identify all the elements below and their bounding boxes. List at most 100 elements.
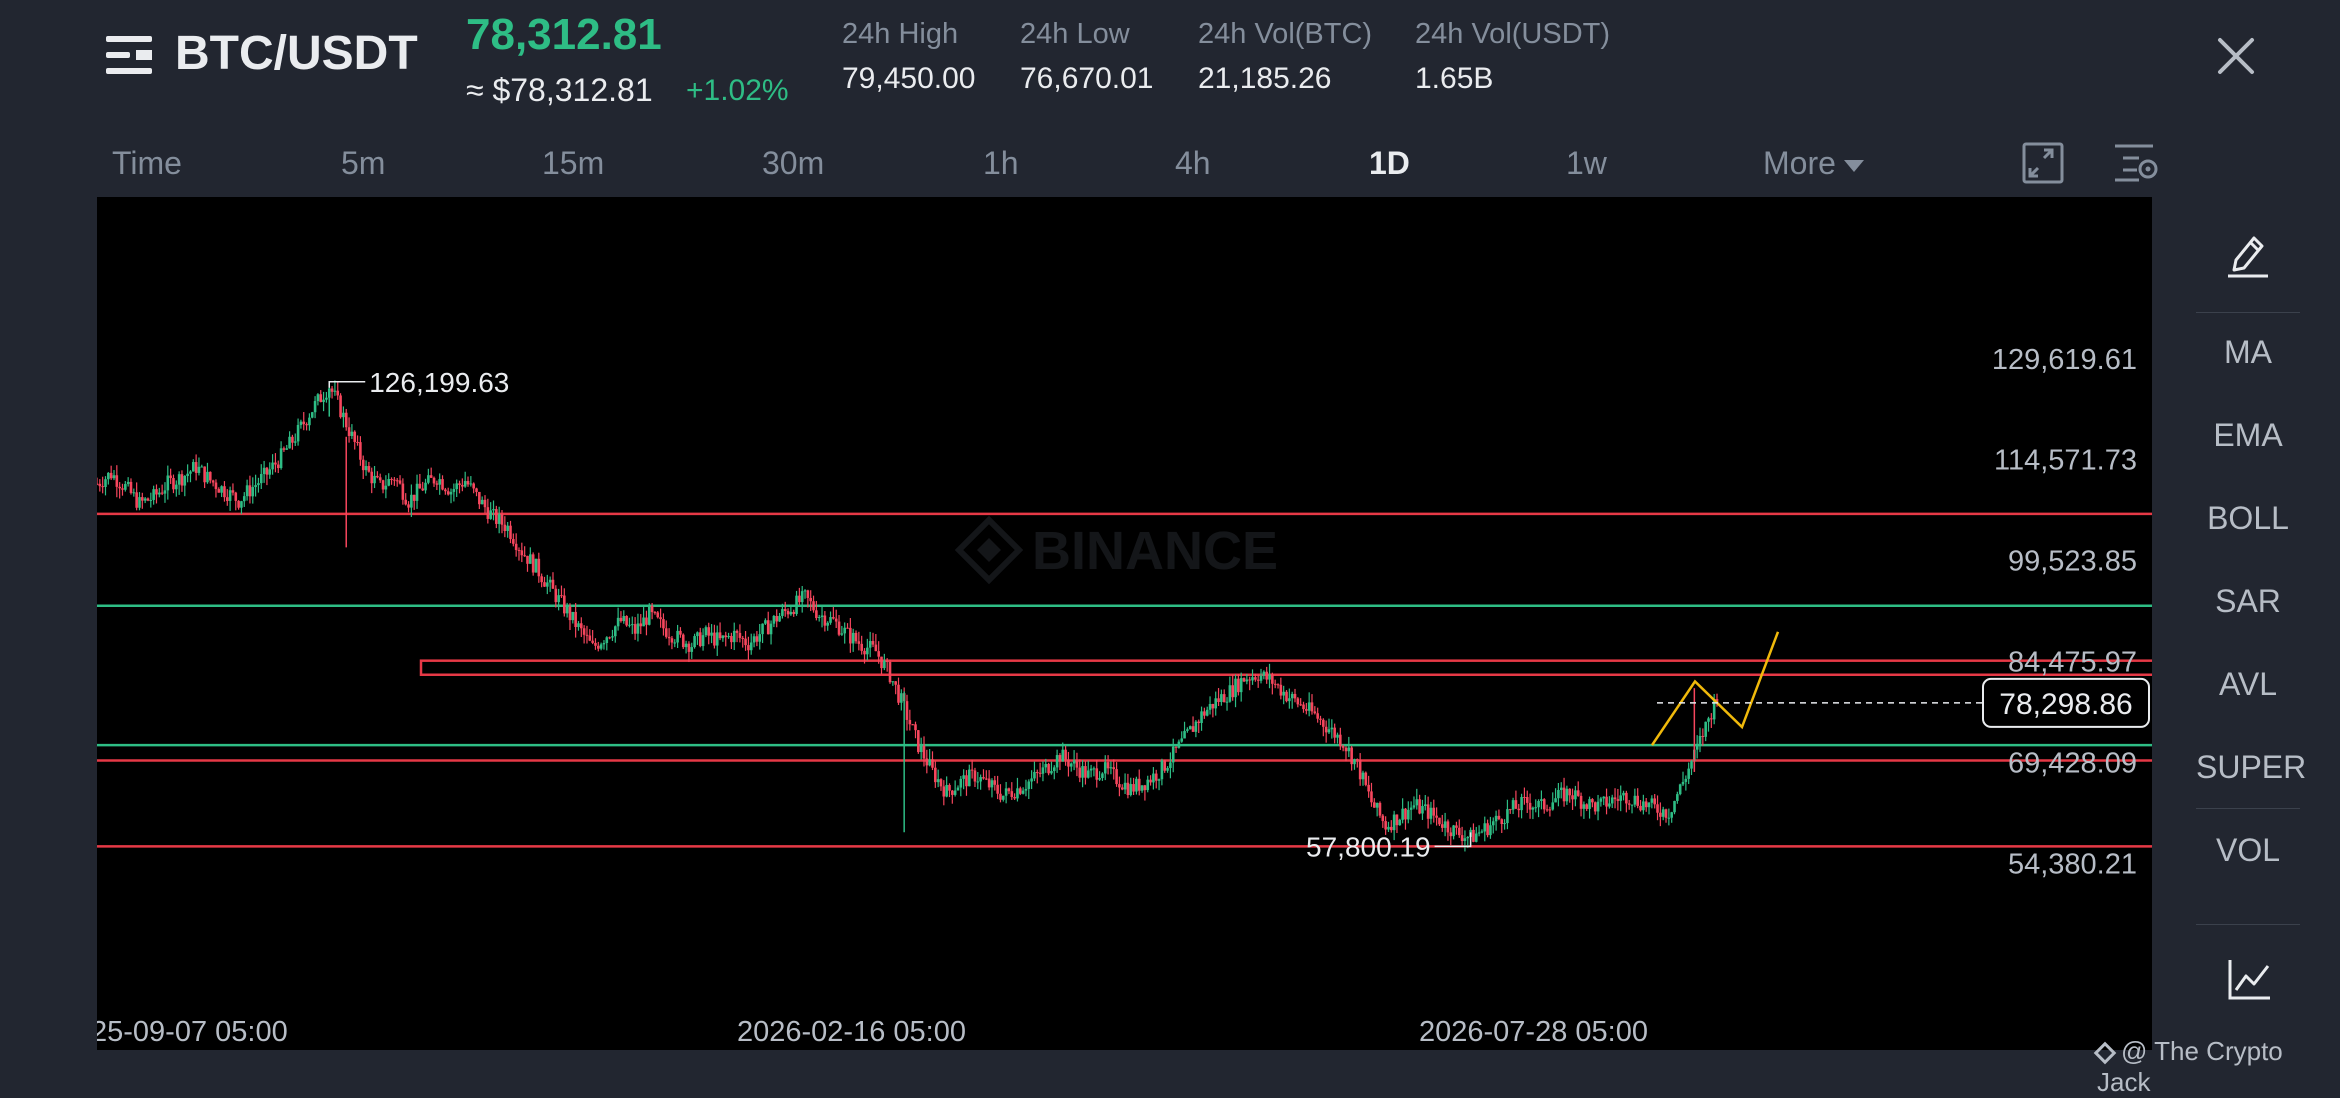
candle xyxy=(786,608,790,619)
candle xyxy=(1146,775,1150,793)
candle xyxy=(262,460,266,483)
candle xyxy=(1446,819,1450,841)
candle xyxy=(1503,819,1506,830)
candle xyxy=(381,479,385,494)
pair-title[interactable]: BTC/USDT xyxy=(175,26,418,81)
candle xyxy=(1021,787,1025,795)
candle xyxy=(1605,788,1608,815)
high-marker-label: 126,199.63 xyxy=(369,367,509,398)
candle xyxy=(1169,752,1172,779)
candle xyxy=(492,500,495,521)
candle xyxy=(1120,784,1124,791)
candle xyxy=(495,505,498,529)
candle xyxy=(1018,786,1022,796)
candle xyxy=(1596,794,1600,821)
credit-watermark: @ The Crypto Jack xyxy=(2093,1036,2340,1098)
candle xyxy=(1319,715,1322,726)
candle xyxy=(1262,670,1266,680)
candle xyxy=(463,471,467,488)
candle xyxy=(1293,688,1297,703)
close-icon[interactable] xyxy=(2210,30,2262,82)
indicator-sar[interactable]: SAR xyxy=(2196,583,2300,620)
line-chart-icon[interactable] xyxy=(2228,958,2272,1002)
candle xyxy=(747,636,750,661)
tab-30m[interactable]: 30m xyxy=(762,145,824,182)
candle xyxy=(585,625,589,644)
candle xyxy=(1568,788,1572,803)
candle xyxy=(361,455,365,479)
candle xyxy=(775,609,779,628)
candle xyxy=(1095,759,1099,788)
stat-label-24h-vol-btc: 24h Vol(BTC) xyxy=(1198,18,1373,50)
candle xyxy=(840,625,844,636)
candle xyxy=(755,631,759,647)
candle xyxy=(217,487,221,493)
candle xyxy=(568,603,572,631)
indicator-avl[interactable]: AVL xyxy=(2196,666,2300,703)
candle xyxy=(1681,771,1685,787)
tab-15m[interactable]: 15m xyxy=(542,145,604,182)
tab-1w[interactable]: 1w xyxy=(1566,145,1607,182)
candle xyxy=(1661,806,1665,821)
candle xyxy=(1381,814,1385,828)
candle xyxy=(990,778,994,798)
pencil-draw-icon[interactable] xyxy=(2226,230,2270,278)
tab-1h[interactable]: 1h xyxy=(983,145,1019,182)
candle xyxy=(455,479,458,498)
candle xyxy=(234,491,238,511)
candle xyxy=(1684,775,1688,791)
candle xyxy=(1409,801,1413,821)
candle xyxy=(732,622,736,651)
indicator-ema[interactable]: EMA xyxy=(2196,417,2300,454)
chart-layout-icon[interactable] xyxy=(2022,142,2064,184)
candle xyxy=(526,555,529,572)
candle xyxy=(1472,823,1475,843)
tab-time[interactable]: Time xyxy=(112,145,182,182)
candle xyxy=(1642,794,1645,815)
candle xyxy=(1406,801,1410,824)
candle xyxy=(194,454,198,481)
menu-icon[interactable] xyxy=(106,34,154,76)
candle xyxy=(1101,772,1104,781)
last-price: 78,312.81 xyxy=(466,10,662,59)
candle xyxy=(1576,781,1580,797)
tab-more[interactable]: More xyxy=(1763,145,1864,182)
candle xyxy=(1608,796,1611,809)
candle xyxy=(673,639,677,648)
candle xyxy=(551,572,555,589)
candle xyxy=(444,487,447,495)
candle xyxy=(1248,676,1251,691)
indicator-boll[interactable]: BOLL xyxy=(2196,500,2300,537)
candle xyxy=(1273,679,1277,689)
candle xyxy=(129,478,133,495)
candle xyxy=(1418,794,1421,815)
candle xyxy=(293,433,297,446)
candle xyxy=(1268,663,1271,689)
indicator-vol[interactable]: VOL xyxy=(2196,832,2300,869)
tab-4h[interactable]: 4h xyxy=(1175,145,1211,182)
tab-5m[interactable]: 5m xyxy=(341,145,385,182)
candlestick-chart[interactable]: BINANCE 78,298.86 126,199.63 57,800.19 129… xyxy=(97,197,2152,1050)
candle xyxy=(240,500,243,515)
candle xyxy=(630,616,634,635)
candle xyxy=(531,552,535,576)
chart-settings-icon[interactable] xyxy=(2113,142,2159,184)
candle xyxy=(1030,770,1033,790)
candle xyxy=(741,635,745,648)
candle xyxy=(395,477,399,487)
candle xyxy=(800,586,804,613)
candle xyxy=(446,487,450,496)
indicator-ma[interactable]: MA xyxy=(2196,334,2300,371)
candle xyxy=(1242,677,1246,683)
tab-1d[interactable]: 1D xyxy=(1369,145,1410,182)
candle xyxy=(1525,790,1529,813)
candle xyxy=(1378,801,1382,818)
candle xyxy=(1106,755,1110,775)
candle xyxy=(1265,666,1268,684)
indicator-super[interactable]: SUPER xyxy=(2196,749,2306,786)
candle xyxy=(1231,674,1234,701)
candle xyxy=(1602,796,1606,806)
candle xyxy=(849,618,852,653)
candle xyxy=(1477,825,1481,837)
candle xyxy=(894,681,897,695)
